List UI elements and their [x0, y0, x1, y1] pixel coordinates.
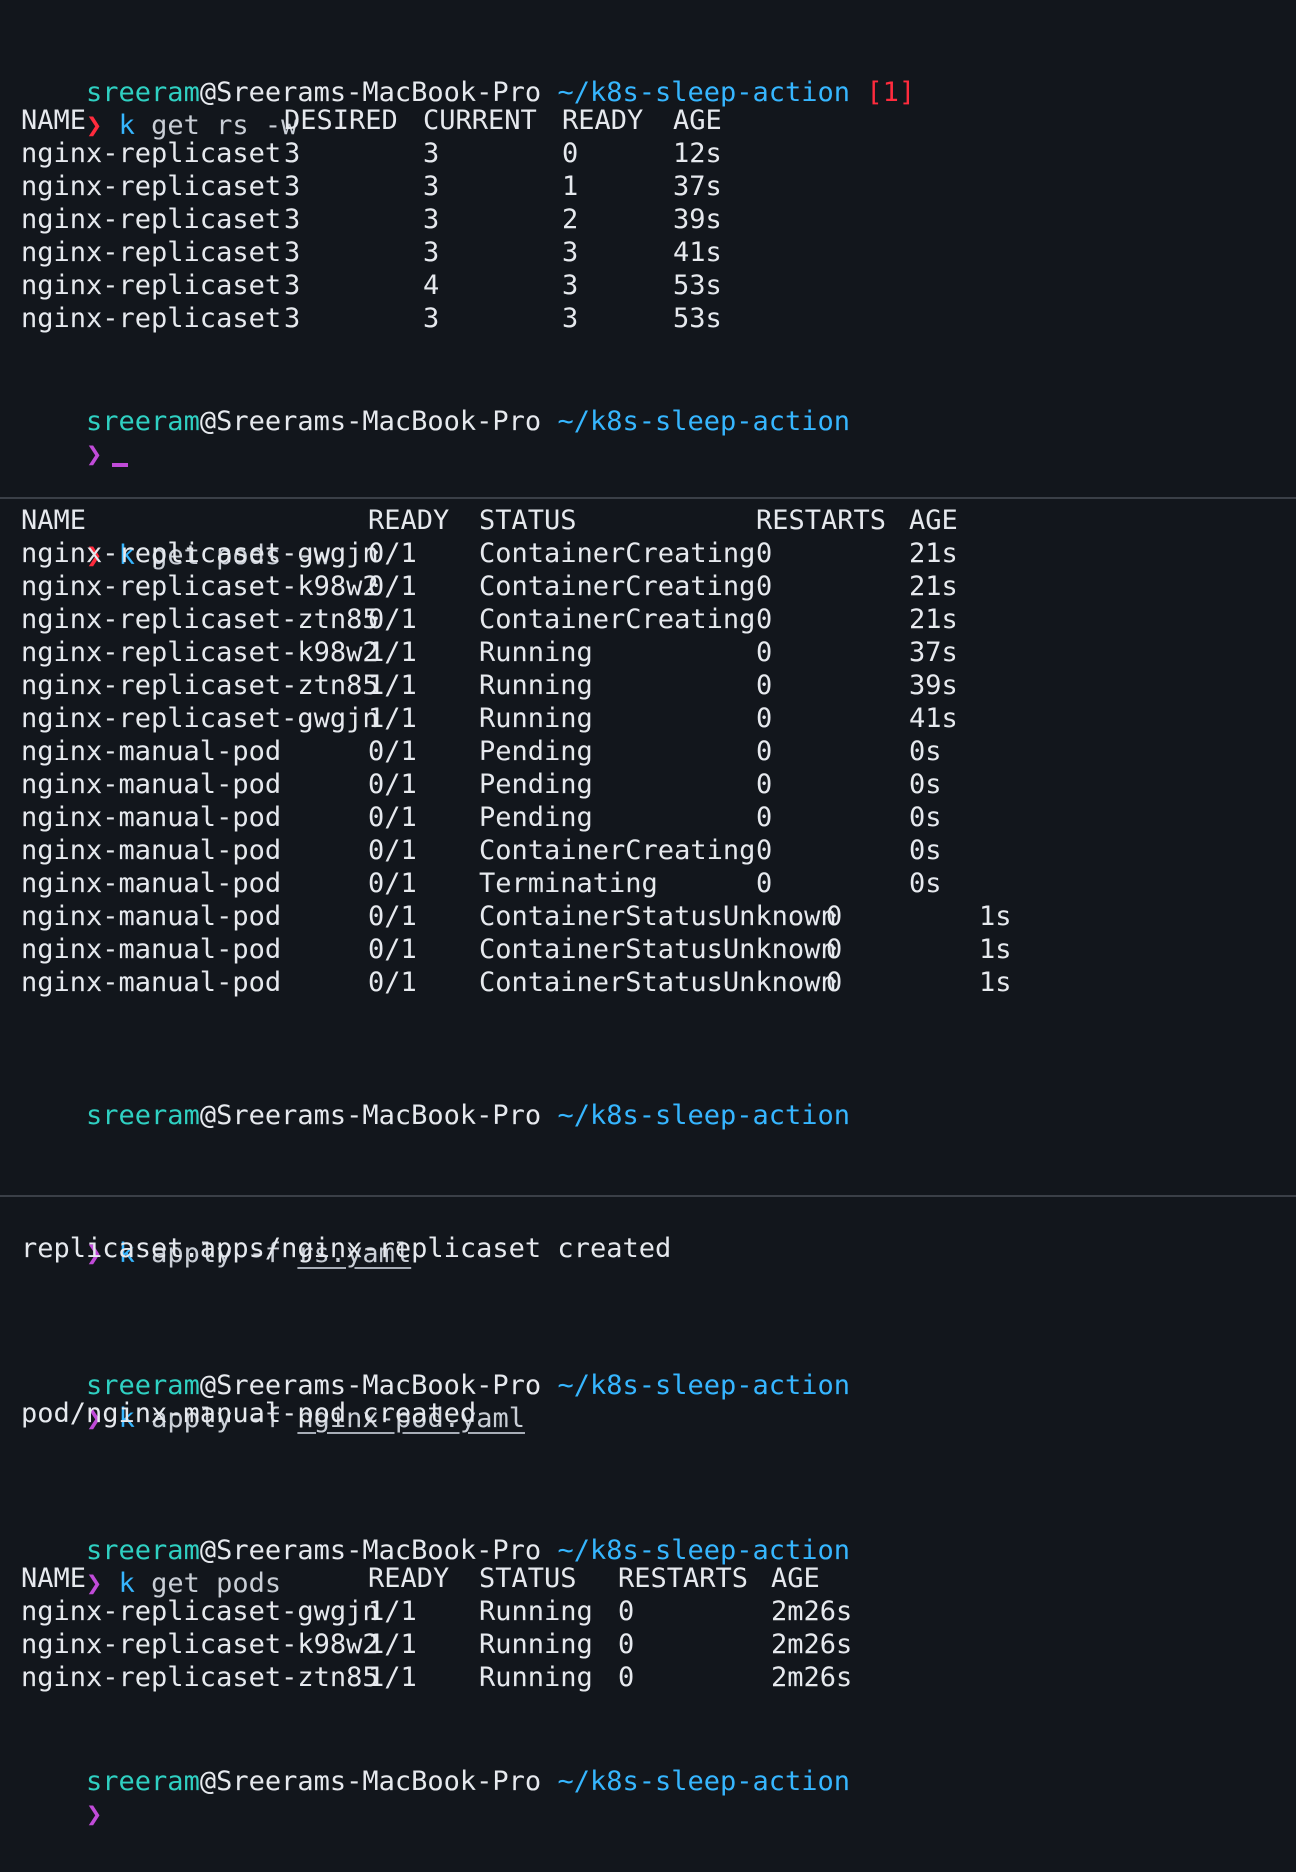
prompt-host: @Sreerams-MacBook-Pro — [199, 1766, 542, 1797]
table-cell: 0/1 — [368, 967, 417, 998]
terminal-pane-main[interactable]: ❯ k apply -f rs.yaml replicaset.apps/ngi… — [0, 1197, 1296, 1830]
table-cell: 1s — [979, 967, 1012, 998]
prompt-path: ~/k8s-sleep-action — [557, 1766, 851, 1797]
table-cell: ContainerStatusUnknown — [479, 967, 837, 998]
table-cell: Running — [479, 1662, 593, 1693]
command-output: pod/nginx-manual-pod created — [21, 1398, 477, 1429]
terminal-pane-rs-watch[interactable]: sreeram@Sreerams-MacBook-Pro ~/k8s-sleep… — [0, 0, 1296, 498]
table-cell: nginx-replicaset — [21, 303, 282, 334]
table-row: nginx-manual-pod 0/1 ContainerStatusUnknow… — [21, 964, 1271, 1002]
table-row: nginx-replicaset 3 3 3 53s — [21, 300, 1271, 338]
prompt-host: @Sreerams-MacBook-Pro — [199, 406, 542, 437]
input-line[interactable]: ❯ — [21, 398, 129, 470]
table-cell: 1/1 — [368, 1662, 417, 1693]
table-cell: 53s — [673, 303, 722, 334]
prompt-user: sreeram — [86, 1766, 200, 1797]
prompt-chevron-icon: ❯ — [86, 1799, 103, 1830]
prompt-user: sreeram — [86, 1100, 200, 1131]
prompt-host: @Sreerams-MacBook-Pro — [199, 1100, 542, 1131]
text-cursor — [112, 463, 129, 467]
prompt-line: sreeram@Sreerams-MacBook-Pro ~/k8s-sleep… — [21, 1725, 850, 1797]
table-cell: 3 — [284, 303, 301, 334]
table-cell: nginx-replicaset-ztn85 — [21, 1662, 379, 1693]
table-cell: 2m26s — [771, 1662, 853, 1693]
table-cell: 3 — [423, 303, 440, 334]
table-cell: 3 — [562, 303, 579, 334]
table-cell: 0 — [618, 1662, 635, 1693]
terminal-pane-pods-watch[interactable]: ❯ k get pods -w NAME READY STATUS RESTARTS A… — [0, 499, 1296, 1195]
table-cell: 0 — [826, 967, 843, 998]
table-row: nginx-replicaset-ztn85 1/1 Running 0 2m26s — [21, 1659, 1271, 1697]
command-output: replicaset.apps/nginx-replicaset created — [21, 1233, 672, 1264]
table-cell: nginx-manual-pod — [21, 967, 282, 998]
prompt-line: sreeram@Sreerams-MacBook-Pro ~/k8s-sleep… — [21, 1059, 850, 1131]
prompt-chevron-icon: ❯ — [86, 439, 103, 470]
prompt-path: ~/k8s-sleep-action — [557, 406, 851, 437]
prompt-path: ~/k8s-sleep-action — [557, 1370, 851, 1401]
prompt-line: sreeram@Sreerams-MacBook-Pro ~/k8s-sleep… — [21, 365, 850, 437]
prompt-path: ~/k8s-sleep-action — [557, 1100, 851, 1131]
input-line[interactable]: ❯ — [21, 1758, 102, 1830]
